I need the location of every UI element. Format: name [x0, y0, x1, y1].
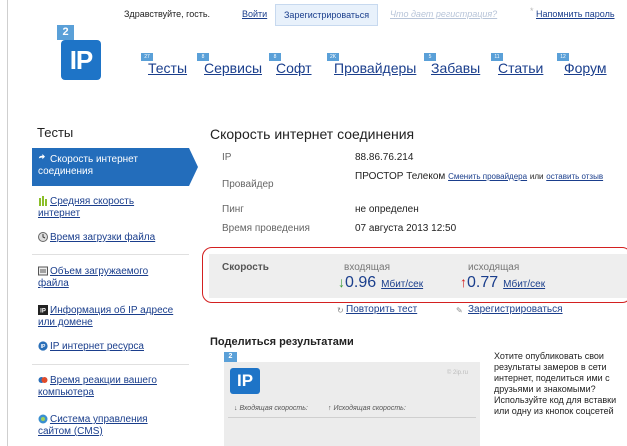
- site-logo[interactable]: IP: [61, 40, 101, 80]
- sidebar-item-label: IP интернет ресурса: [50, 341, 144, 352]
- download-unit-link[interactable]: Мбит/сек: [381, 279, 423, 290]
- nav-badge: 8: [197, 53, 209, 61]
- widget-small-badge: 2: [224, 352, 237, 362]
- provider-label: Провайдер: [222, 179, 274, 190]
- widget-source: © 2ip.ru: [446, 370, 468, 376]
- register-icon: ✎: [456, 306, 463, 315]
- sidebar-item-label: Средняя скорость интернет: [38, 196, 135, 219]
- remind-password-link[interactable]: Напомнить пароль: [530, 6, 614, 19]
- register-link[interactable]: Зарегистрироваться: [468, 304, 563, 315]
- nav-badge: 27: [141, 53, 153, 61]
- sidebar-item-label: Скорость интернет соединения: [38, 154, 138, 177]
- nav-label: Тесты: [148, 60, 188, 76]
- nav-badge: 5: [424, 53, 436, 61]
- nav-articles[interactable]: 11 Статьи: [491, 53, 544, 76]
- upload-speed-value: 0.77: [467, 274, 499, 291]
- sidebar-item-label: Объем загружаемого файла: [38, 266, 149, 289]
- nav-label: Софт: [276, 60, 312, 76]
- upload-label: исходящая: [468, 262, 520, 273]
- nav-badge: 2K: [327, 53, 339, 61]
- speed-label: Скорость: [222, 262, 269, 273]
- sidebar-item-label: Информация об IP адресе или домене: [38, 305, 174, 328]
- share-widget-preview[interactable]: IP © 2ip.ru ↓ Входящая скорость: ↑ Исход…: [224, 362, 480, 446]
- ip-value: 88.86.76.214: [355, 152, 414, 163]
- share-title: Поделиться результатами: [210, 336, 354, 348]
- register-button[interactable]: Зарегистрироваться: [275, 4, 379, 26]
- sidebar-item-speed-test[interactable]: Скорость интернет соединения: [32, 148, 198, 186]
- ping-value: не определен: [355, 204, 419, 215]
- auth-bar: Здравствуйте, гость. Войти Зарегистриров…: [118, 0, 627, 26]
- left-border-line: [7, 0, 8, 446]
- sidebar-divider: [32, 254, 189, 255]
- upload-speed: ↑0.77 Мбит/сек: [460, 274, 545, 292]
- page-title: Скорость интернет соединения: [210, 126, 415, 142]
- download-label: входящая: [344, 262, 390, 273]
- sidebar-item-label: Время загрузки файла: [50, 232, 156, 243]
- nav-tests[interactable]: 27 Тесты: [141, 53, 188, 76]
- nav-label: Сервисы: [204, 60, 263, 76]
- sidebar-item-label: Время реакции вашего компьютера: [38, 375, 157, 398]
- widget-download-label: ↓ Входящая скорость:: [234, 405, 308, 412]
- sidebar-title: Тесты: [37, 125, 74, 140]
- nav-services[interactable]: 8 Сервисы: [197, 53, 263, 76]
- widget-divider: [228, 417, 476, 418]
- nav-label: Статьи: [498, 60, 544, 76]
- repeat-test-link[interactable]: Повторить тест: [346, 304, 417, 315]
- share-description: Хотите опубликовать свои результаты заме…: [494, 351, 617, 416]
- greeting-text: Здравствуйте, гость.: [124, 9, 211, 19]
- nav-label: Форум: [564, 60, 607, 76]
- provider-name: ПРОСТОР Телеком: [355, 171, 446, 182]
- nav-badge: 11: [491, 53, 503, 61]
- arrow-down-icon: ↓: [338, 274, 345, 290]
- provider-separator: или: [529, 172, 544, 181]
- nav-label: Забавы: [431, 60, 481, 76]
- ping-label: Пинг: [222, 204, 244, 215]
- nav-forum[interactable]: 12 Форум: [557, 53, 607, 76]
- leave-review-link[interactable]: оставить отзыв: [546, 172, 603, 181]
- nav-label: Провайдеры: [334, 60, 417, 76]
- arrow-up-icon: ↑: [460, 274, 467, 290]
- time-label: Время проведения: [222, 223, 310, 234]
- login-link[interactable]: Войти: [242, 9, 267, 19]
- sidebar-divider: [32, 364, 189, 365]
- nav-software[interactable]: 8 Софт: [269, 53, 312, 76]
- change-provider-link[interactable]: Сменить провайдера: [448, 172, 527, 181]
- upload-unit-link[interactable]: Мбит/сек: [503, 279, 545, 290]
- widget-upload-label: ↑ Исходящая скорость:: [328, 405, 406, 412]
- widget-logo: IP: [230, 368, 260, 394]
- nav-fun[interactable]: 5 Забавы: [424, 53, 481, 76]
- repeat-icon: ↻: [337, 306, 344, 315]
- logo-small-badge: 2: [57, 25, 74, 40]
- provider-value-block: ПРОСТОР Телеком Сменить провайдера или о…: [355, 171, 605, 183]
- nav-badge: 12: [557, 53, 569, 61]
- download-speed-value: 0.96: [345, 274, 377, 291]
- sidebar-item-label: Система управления сайтом (CMS): [38, 414, 148, 437]
- nav-badge: 8: [269, 53, 281, 61]
- why-register-link[interactable]: Что дает регистрация?: [390, 9, 497, 19]
- ip-label: IP: [222, 152, 232, 163]
- download-speed: ↓0.96 Мбит/сек: [338, 274, 423, 292]
- nav-providers[interactable]: 2K Провайдеры: [327, 53, 417, 76]
- time-value: 07 августа 2013 12:50: [355, 223, 457, 234]
